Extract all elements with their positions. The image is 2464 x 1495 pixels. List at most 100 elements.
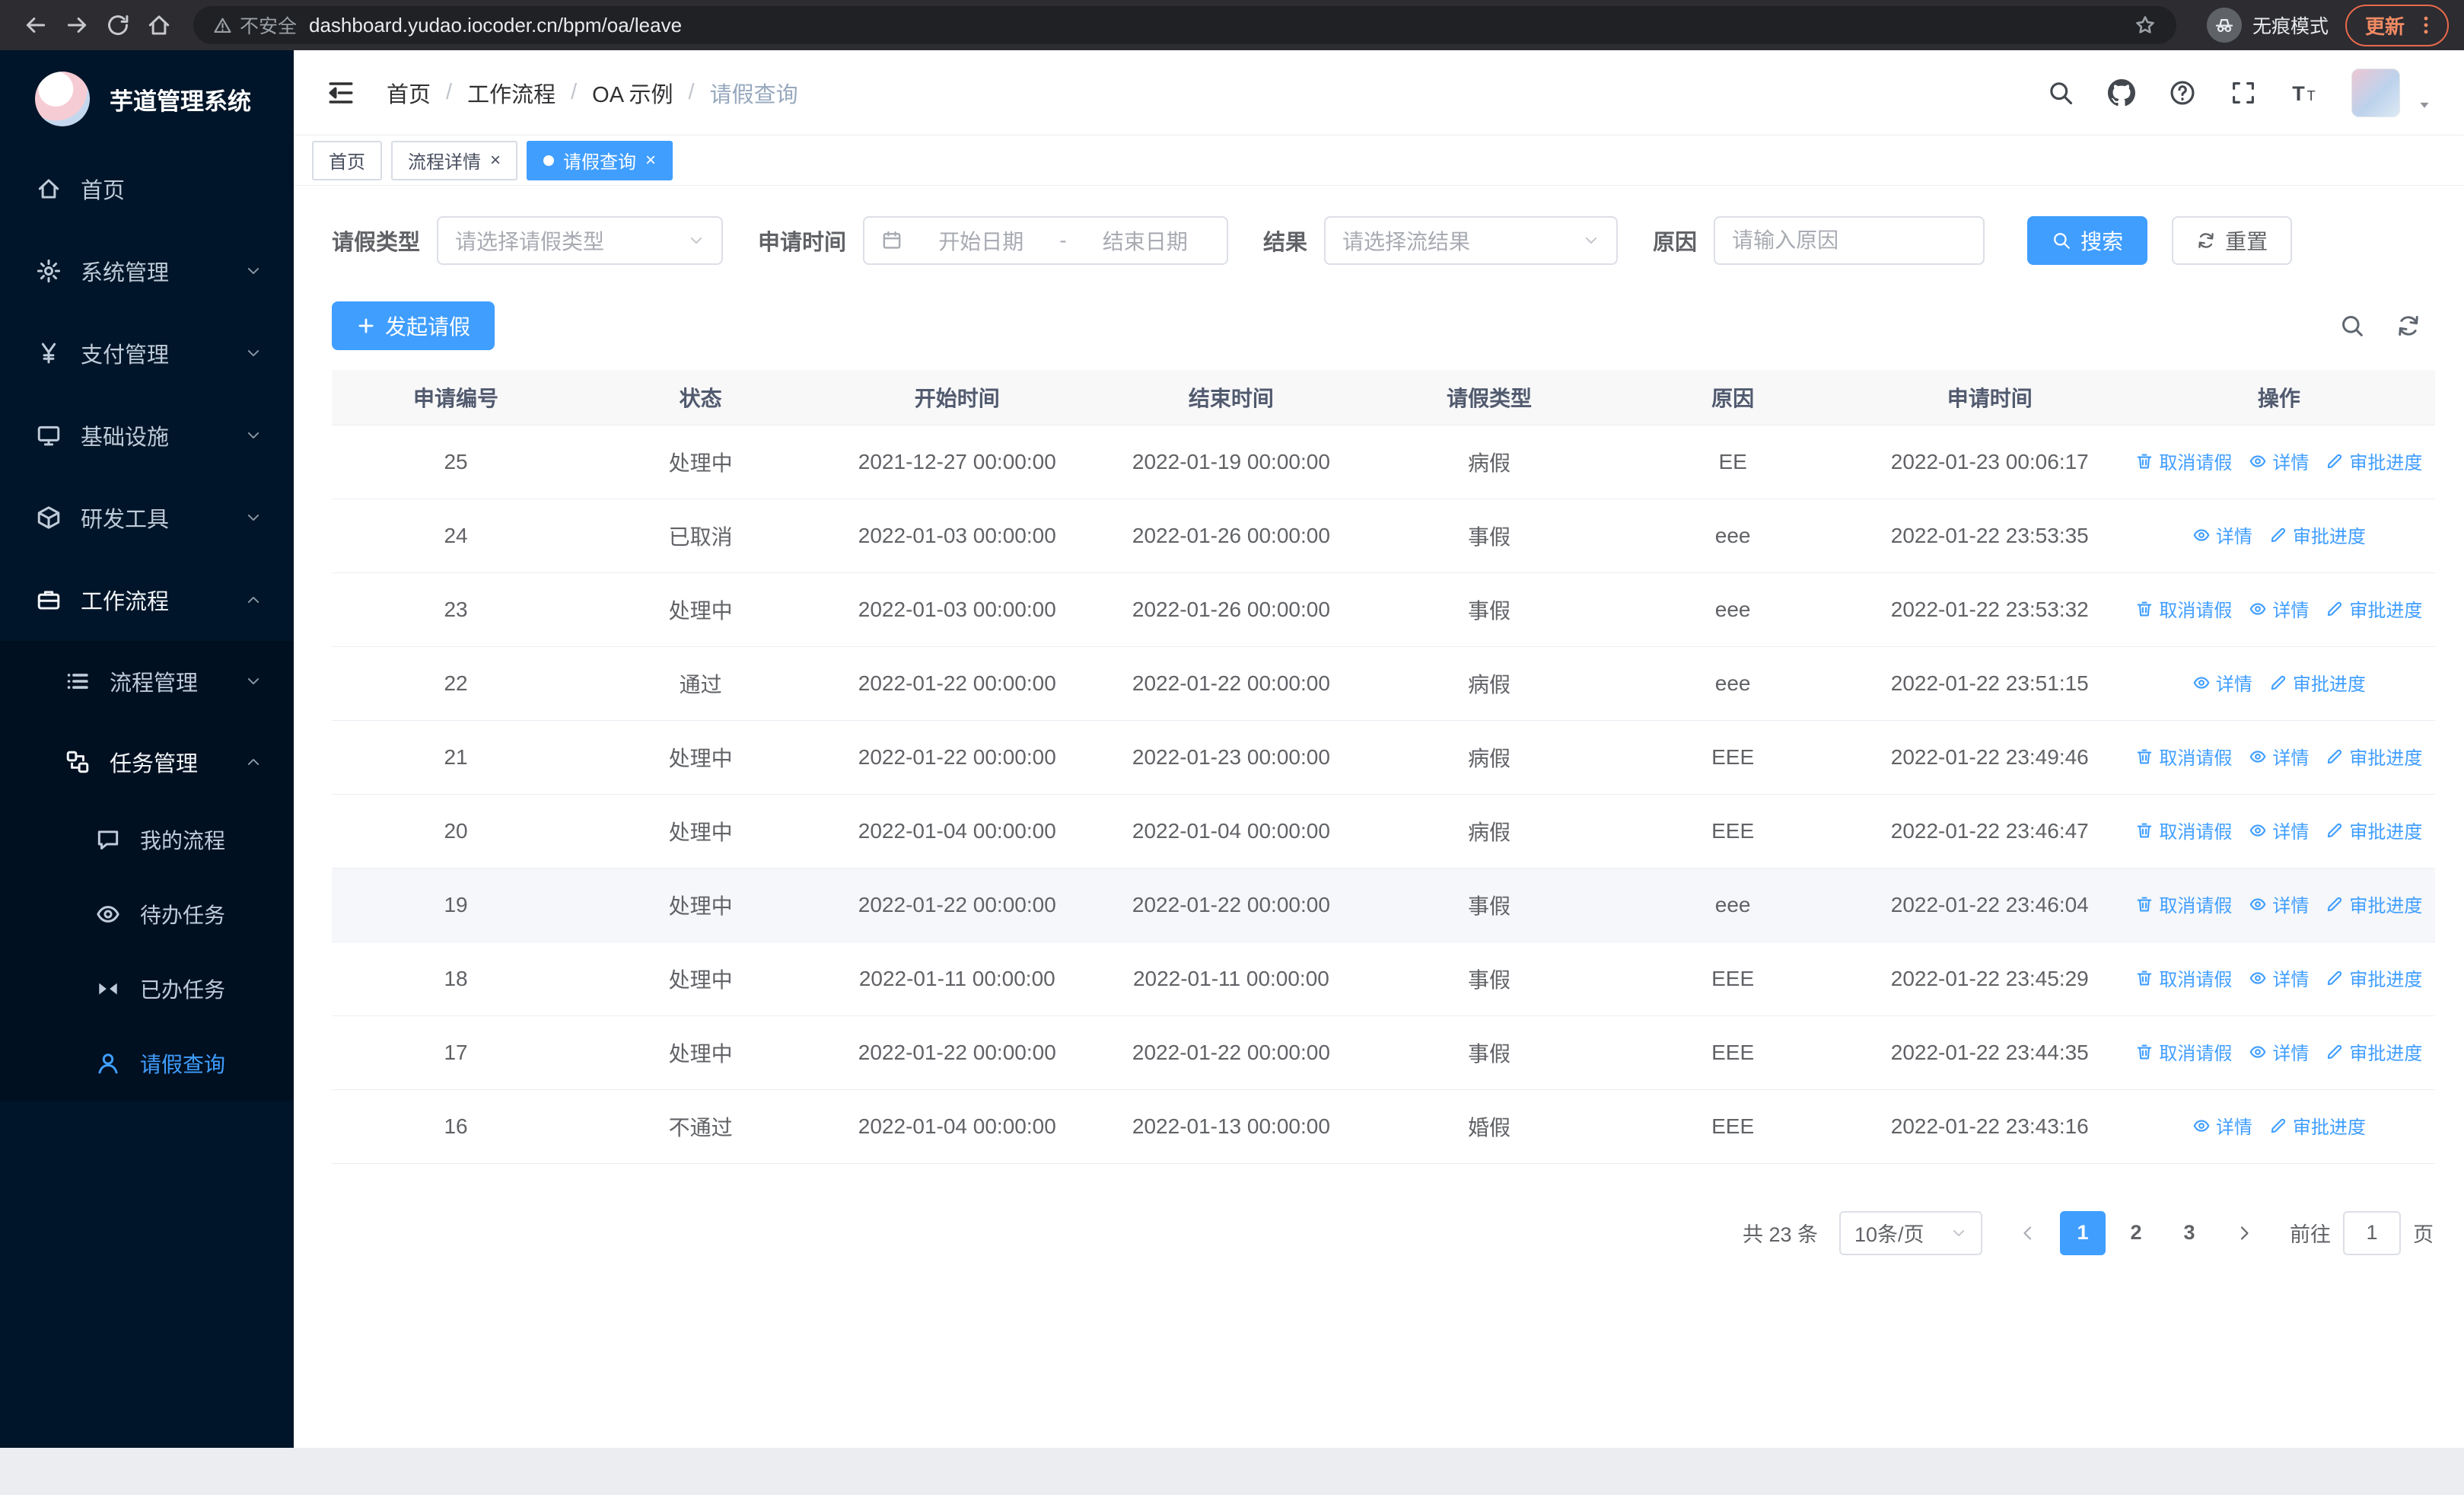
action-detail[interactable]: 详情	[2249, 595, 2309, 622]
action-detail[interactable]: 详情	[2192, 521, 2252, 548]
action-cancel[interactable]: 取消请假	[2135, 964, 2232, 991]
toggle-search-button[interactable]	[2339, 313, 2365, 339]
sidebar-item-done-tasks[interactable]: 已办任务	[0, 952, 294, 1026]
sidebar-item-label: 系统管理	[81, 261, 170, 285]
action-progress[interactable]: 审批进度	[2269, 669, 2366, 696]
action-detail[interactable]: 详情	[2249, 891, 2309, 917]
yen-icon	[33, 340, 64, 366]
tab-home[interactable]: 首页	[312, 140, 382, 180]
table-row[interactable]: 21 处理中 2022-01-22 00:00:00 2022-01-23 00:00…	[332, 720, 2435, 795]
prev-page-button[interactable]	[2005, 1211, 2051, 1255]
close-icon[interactable]: ×	[490, 150, 501, 171]
home-button[interactable]	[138, 5, 180, 46]
breadcrumb-item[interactable]: OA 示例	[592, 77, 673, 109]
action-progress[interactable]: 审批进度	[2326, 1038, 2422, 1065]
update-chip[interactable]: 更新	[2345, 4, 2449, 46]
page-button-1[interactable]: 1	[2060, 1210, 2106, 1255]
refresh-table-button[interactable]	[2396, 313, 2421, 339]
action-progress[interactable]: 审批进度	[2326, 743, 2422, 770]
back-button[interactable]	[15, 5, 56, 46]
create-leave-button[interactable]: 发起请假	[332, 301, 495, 350]
pagination: 共 23 条 10条/页 123 前往 页	[332, 1210, 2435, 1255]
action-progress[interactable]: 审批进度	[2326, 817, 2422, 843]
page-button-2[interactable]: 2	[2113, 1211, 2159, 1255]
table-row[interactable]: 22 通过 2022-01-22 00:00:00 2022-01-22 00:00:…	[332, 646, 2435, 721]
font-size-icon[interactable]: TT	[2291, 79, 2318, 107]
user-avatar[interactable]	[2351, 68, 2400, 117]
table-row[interactable]: 25 处理中 2021-12-27 00:00:00 2022-01-19 00:00…	[332, 425, 2435, 499]
action-detail[interactable]: 详情	[2192, 1112, 2252, 1139]
action-detail[interactable]: 详情	[2249, 1038, 2309, 1065]
page-size-select[interactable]: 10条/页	[1839, 1210, 1982, 1255]
view-icon	[2192, 526, 2211, 544]
collapse-sidebar-button[interactable]	[326, 78, 356, 108]
cell-end-time: 2022-01-04 00:00:00	[1093, 794, 1370, 869]
reason-input[interactable]	[1714, 216, 1985, 265]
reset-button[interactable]: 重置	[2172, 216, 2293, 265]
url-text[interactable]: dashboard.yudao.iocoder.cn/bpm/oa/leave	[309, 14, 682, 37]
table-row[interactable]: 20 处理中 2022-01-04 00:00:00 2022-01-04 00:00…	[332, 794, 2435, 869]
action-cancel[interactable]: 取消请假	[2135, 817, 2232, 843]
breadcrumb-item[interactable]: 首页	[387, 77, 431, 109]
sidebar-item-home[interactable]: 首页	[0, 148, 294, 230]
table-row[interactable]: 19 处理中 2022-01-22 00:00:00 2022-01-22 00:00…	[332, 868, 2435, 942]
search-button[interactable]: 搜索	[2027, 216, 2148, 265]
table-row[interactable]: 17 处理中 2022-01-22 00:00:00 2022-01-22 00:00…	[332, 1015, 2435, 1090]
table-row[interactable]: 24 已取消 2022-01-03 00:00:00 2022-01-26 00:00…	[332, 499, 2435, 573]
address-bar[interactable]: 不安全 dashboard.yudao.iocoder.cn/bpm/oa/le…	[193, 6, 2176, 44]
sidebar-item-dev-tools[interactable]: 研发工具	[0, 477, 294, 559]
page-button-3[interactable]: 3	[2166, 1211, 2212, 1255]
sidebar-item-leave-query[interactable]: 请假查询	[0, 1026, 294, 1101]
action-detail[interactable]: 详情	[2249, 817, 2309, 843]
sidebar-item-infrastructure[interactable]: 基础设施	[0, 394, 294, 477]
sidebar-item-system-management[interactable]: 系统管理	[0, 230, 294, 312]
reload-button[interactable]	[97, 5, 138, 46]
goto-page-input[interactable]	[2343, 1210, 2401, 1255]
action-detail[interactable]: 详情	[2249, 964, 2309, 991]
sidebar-item-workflow[interactable]: 工作流程	[0, 559, 294, 641]
tab-leave-query[interactable]: 请假查询 ×	[527, 140, 673, 180]
leave-type-select[interactable]: 请选择请假类型	[437, 216, 724, 265]
sidebar-item-todo-tasks[interactable]: 待办任务	[0, 877, 294, 952]
global-search-icon[interactable]	[2047, 79, 2074, 107]
action-progress[interactable]: 审批进度	[2269, 521, 2366, 548]
sidebar-item-my-process[interactable]: 我的流程	[0, 802, 294, 877]
sidebar-item-task-management[interactable]: 任务管理	[0, 722, 294, 802]
caret-down-icon[interactable]	[2417, 97, 2432, 117]
sidebar-item-payment-management[interactable]: 支付管理	[0, 312, 294, 394]
table-row[interactable]: 18 处理中 2022-01-11 00:00:00 2022-01-11 00:00…	[332, 942, 2435, 1016]
cancel-icon	[2135, 895, 2154, 913]
action-cancel[interactable]: 取消请假	[2135, 891, 2232, 917]
forward-button[interactable]	[56, 5, 97, 46]
action-cancel[interactable]: 取消请假	[2135, 1038, 2232, 1065]
tab-process-detail[interactable]: 流程详情 ×	[391, 140, 518, 180]
table-row[interactable]: 23 处理中 2022-01-03 00:00:00 2022-01-26 00:00…	[332, 572, 2435, 647]
view-icon	[2249, 895, 2267, 913]
action-progress[interactable]: 审批进度	[2326, 448, 2422, 474]
fullscreen-icon[interactable]	[2230, 79, 2257, 107]
app-logo[interactable]: 芋道管理系统	[0, 50, 294, 148]
action-detail[interactable]: 详情	[2249, 743, 2309, 770]
action-progress[interactable]: 审批进度	[2269, 1112, 2366, 1139]
action-cancel[interactable]: 取消请假	[2135, 595, 2232, 622]
cell-actions: 取消请假 详情 审批进度	[2122, 720, 2435, 795]
browser-menu-icon[interactable]	[2415, 14, 2437, 36]
apply-time-range-picker[interactable]: 开始日期 - 结束日期	[863, 216, 1229, 265]
action-progress[interactable]: 审批进度	[2326, 595, 2422, 622]
action-cancel[interactable]: 取消请假	[2135, 743, 2232, 770]
action-progress[interactable]: 审批进度	[2326, 964, 2422, 991]
close-icon[interactable]: ×	[645, 150, 656, 171]
security-chip[interactable]: 不安全	[213, 11, 297, 39]
github-icon[interactable]	[2108, 78, 2135, 107]
sidebar-item-process-management[interactable]: 流程管理	[0, 641, 294, 722]
table-row[interactable]: 16 不通过 2022-01-04 00:00:00 2022-01-13 00:00…	[332, 1089, 2435, 1164]
action-cancel[interactable]: 取消请假	[2135, 448, 2232, 474]
next-page-button[interactable]	[2221, 1211, 2267, 1255]
action-detail[interactable]: 详情	[2192, 669, 2252, 696]
bookmark-star-icon[interactable]	[2134, 14, 2157, 37]
help-icon[interactable]	[2169, 79, 2196, 107]
breadcrumb-item[interactable]: 工作流程	[467, 77, 556, 109]
action-progress[interactable]: 审批进度	[2326, 891, 2422, 917]
action-detail[interactable]: 详情	[2249, 448, 2309, 474]
result-select[interactable]: 请选择流结果	[1324, 216, 1619, 265]
